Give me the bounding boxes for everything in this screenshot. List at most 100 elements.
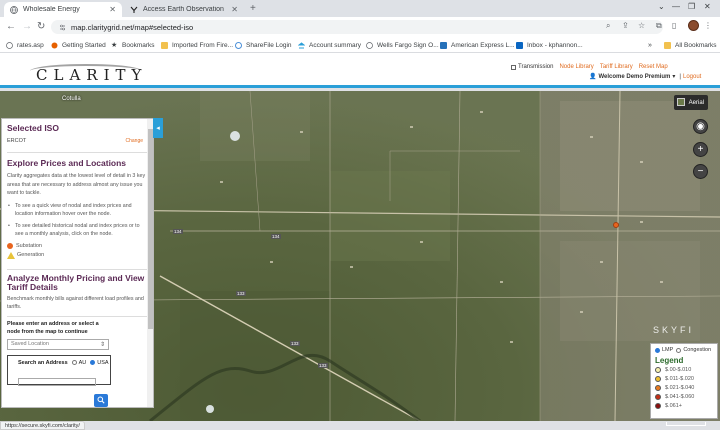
radio-au[interactable] [71, 360, 77, 365]
road-label: 133 [290, 341, 300, 346]
radio-usa-label: USA [97, 359, 109, 366]
scrollbar-thumb[interactable] [148, 129, 153, 329]
sidebar-icon[interactable]: ▯ [672, 21, 676, 30]
instructions-list: To see a quick view of nodal and index p… [7, 202, 147, 239]
bookmark-inbox[interactable]: Inbox - kphannon... [516, 40, 583, 50]
lmp-label: LMP [662, 347, 674, 353]
bookmark-label: American Express L... [451, 41, 515, 49]
profile-avatar[interactable] [688, 20, 699, 31]
zoom-icon[interactable]: ⌕ [606, 21, 610, 31]
select-arrows-icon: ⇕ [99, 341, 105, 348]
bookmark-label: Wells Fargo Sign O... [377, 41, 439, 49]
folder-icon [664, 41, 671, 49]
node-library-link[interactable]: Node Library [559, 64, 593, 70]
globe-icon [6, 41, 13, 49]
amex-icon [440, 41, 447, 49]
logout-link[interactable]: Logout [683, 74, 701, 80]
satellite-map[interactable]: Cotulla 134 134 133 133 133 Aerial ◉ + −… [0, 91, 720, 421]
legend-label: $.00-$.010 [665, 366, 692, 373]
close-tab-icon[interactable]: ✕ [109, 5, 116, 14]
extensions-icon[interactable]: ⧉ [656, 21, 662, 31]
collapse-panel-button[interactable]: ◂ [153, 118, 163, 138]
back-icon[interactable]: ← [6, 21, 16, 32]
address-input[interactable] [18, 377, 96, 386]
app-header: CLARITY Transmission Node Library Tariff… [0, 53, 720, 88]
separator: | [679, 73, 681, 80]
bookmark-getting-started[interactable]: Getting Started [51, 40, 106, 50]
legend-title: Legend [655, 356, 684, 365]
star-icon[interactable]: ☆ [638, 21, 645, 30]
close-window-icon[interactable]: ✕ [704, 2, 711, 11]
reset-map-link[interactable]: Reset Map [639, 64, 668, 70]
legend-item: $.021-$.040 [655, 383, 713, 392]
legend-item: $.00-$.010 [655, 365, 713, 374]
address-bar[interactable]: map.claritygrid.net/map#selected-iso [51, 20, 663, 34]
star-icon: ★ [111, 41, 118, 49]
generation-label: Generation [17, 252, 45, 258]
header-links: Transmission Node Library Tariff Library… [511, 64, 668, 70]
bookmark-wells-fargo[interactable]: Wells Fargo Sign O... [366, 40, 439, 50]
form-prompt: Please enter an address or select a node… [7, 320, 147, 336]
radio-congestion[interactable] [676, 347, 682, 353]
folder-icon [161, 41, 168, 49]
bank-icon [297, 41, 306, 49]
welcome-text: Welcome Demo Premium [598, 73, 671, 80]
bookmark-bookmarks[interactable]: ★ Bookmarks [111, 40, 155, 50]
locate-icon[interactable]: ◉ [693, 119, 708, 134]
bookmark-imported[interactable]: Imported From Fire... [161, 40, 233, 50]
generation-triangle-icon [7, 251, 15, 259]
bookmark-label: Imported From Fire... [172, 41, 234, 49]
form-prompt-line: Please enter an address or select a [7, 320, 99, 327]
radio-usa[interactable] [90, 360, 96, 365]
legend-swatch [655, 375, 661, 382]
menu-dots-icon[interactable]: ⋮ [704, 21, 712, 30]
bookmark-rates[interactable]: rates.asp [6, 40, 44, 50]
saved-location-select[interactable]: Saved Location ⇕ [7, 338, 109, 350]
panel-scrollbar[interactable] [147, 119, 153, 407]
zoom-in-button[interactable]: + [693, 142, 708, 157]
firefox-icon [51, 42, 58, 49]
bookmark-american-express[interactable]: American Express L... [440, 40, 515, 50]
radio-lmp[interactable] [655, 347, 660, 353]
divider [7, 315, 147, 317]
close-tab-icon[interactable]: ✕ [231, 5, 238, 14]
globe-icon [10, 5, 18, 14]
road-label: 133 [236, 291, 246, 296]
address-search-button[interactable] [94, 394, 108, 407]
aerial-layer-button[interactable]: Aerial [674, 95, 708, 110]
layer-thumbnail-icon [677, 98, 685, 106]
forward-icon[interactable]: → [22, 21, 32, 32]
bookmark-label: Getting Started [62, 41, 106, 49]
substation-node-marker[interactable] [613, 222, 619, 228]
selected-iso-title: Selected ISO [7, 123, 59, 133]
change-iso-link[interactable]: Change [125, 138, 143, 144]
bookmark-all-bookmarks[interactable]: All Bookmarks [664, 40, 717, 50]
reload-icon[interactable]: ↻ [37, 21, 45, 32]
bookmark-sharefile[interactable]: ShareFile Login [235, 40, 292, 50]
address-search-row: Search an Address AU USA [18, 359, 110, 367]
analyze-text: Benchmark monthly bills against differen… [7, 295, 144, 311]
bookmark-account-summary[interactable]: Account summary [297, 40, 361, 50]
minimize-icon[interactable]: — [672, 2, 680, 11]
share-icon[interactable]: ⇪ [622, 21, 629, 30]
panel-content: Selected ISO ERCOT Change Explore Prices… [7, 123, 147, 386]
tariff-library-link[interactable]: Tariff Library [600, 64, 633, 70]
bookmarks-bar: rates.asp Getting Started ★ Bookmarks Im… [0, 37, 720, 53]
search-icon [97, 396, 105, 406]
clarity-logo[interactable]: CLARITY [36, 66, 147, 84]
zoom-out-button[interactable]: − [693, 164, 708, 179]
tab-wholesale-energy[interactable]: Wholesale Energy ✕ [4, 2, 122, 17]
bookmarks-overflow-icon[interactable]: » [648, 40, 652, 50]
restore-icon[interactable]: ❐ [688, 2, 695, 11]
transmission-checkbox[interactable] [511, 64, 516, 70]
explore-title: Explore Prices and Locations [7, 158, 127, 168]
chevron-down-icon[interactable]: ⌄ [658, 2, 665, 11]
welcome-menu[interactable]: 👤 Welcome Demo Premium ▾ | Logout [589, 73, 701, 81]
tab-access-earth-observation[interactable]: Access Earth Observation Data ... ✕ [124, 2, 244, 17]
new-tab-icon[interactable]: + [250, 3, 256, 14]
tab-title: Access Earth Observation Data ... [143, 6, 225, 13]
browser-toolbar: ← → ↻ map.claritygrid.net/map#selected-i… [0, 17, 720, 37]
bookmark-label: ShareFile Login [246, 41, 292, 49]
generation-legend: Generation [7, 251, 147, 260]
substation-legend: Substation [7, 242, 147, 251]
